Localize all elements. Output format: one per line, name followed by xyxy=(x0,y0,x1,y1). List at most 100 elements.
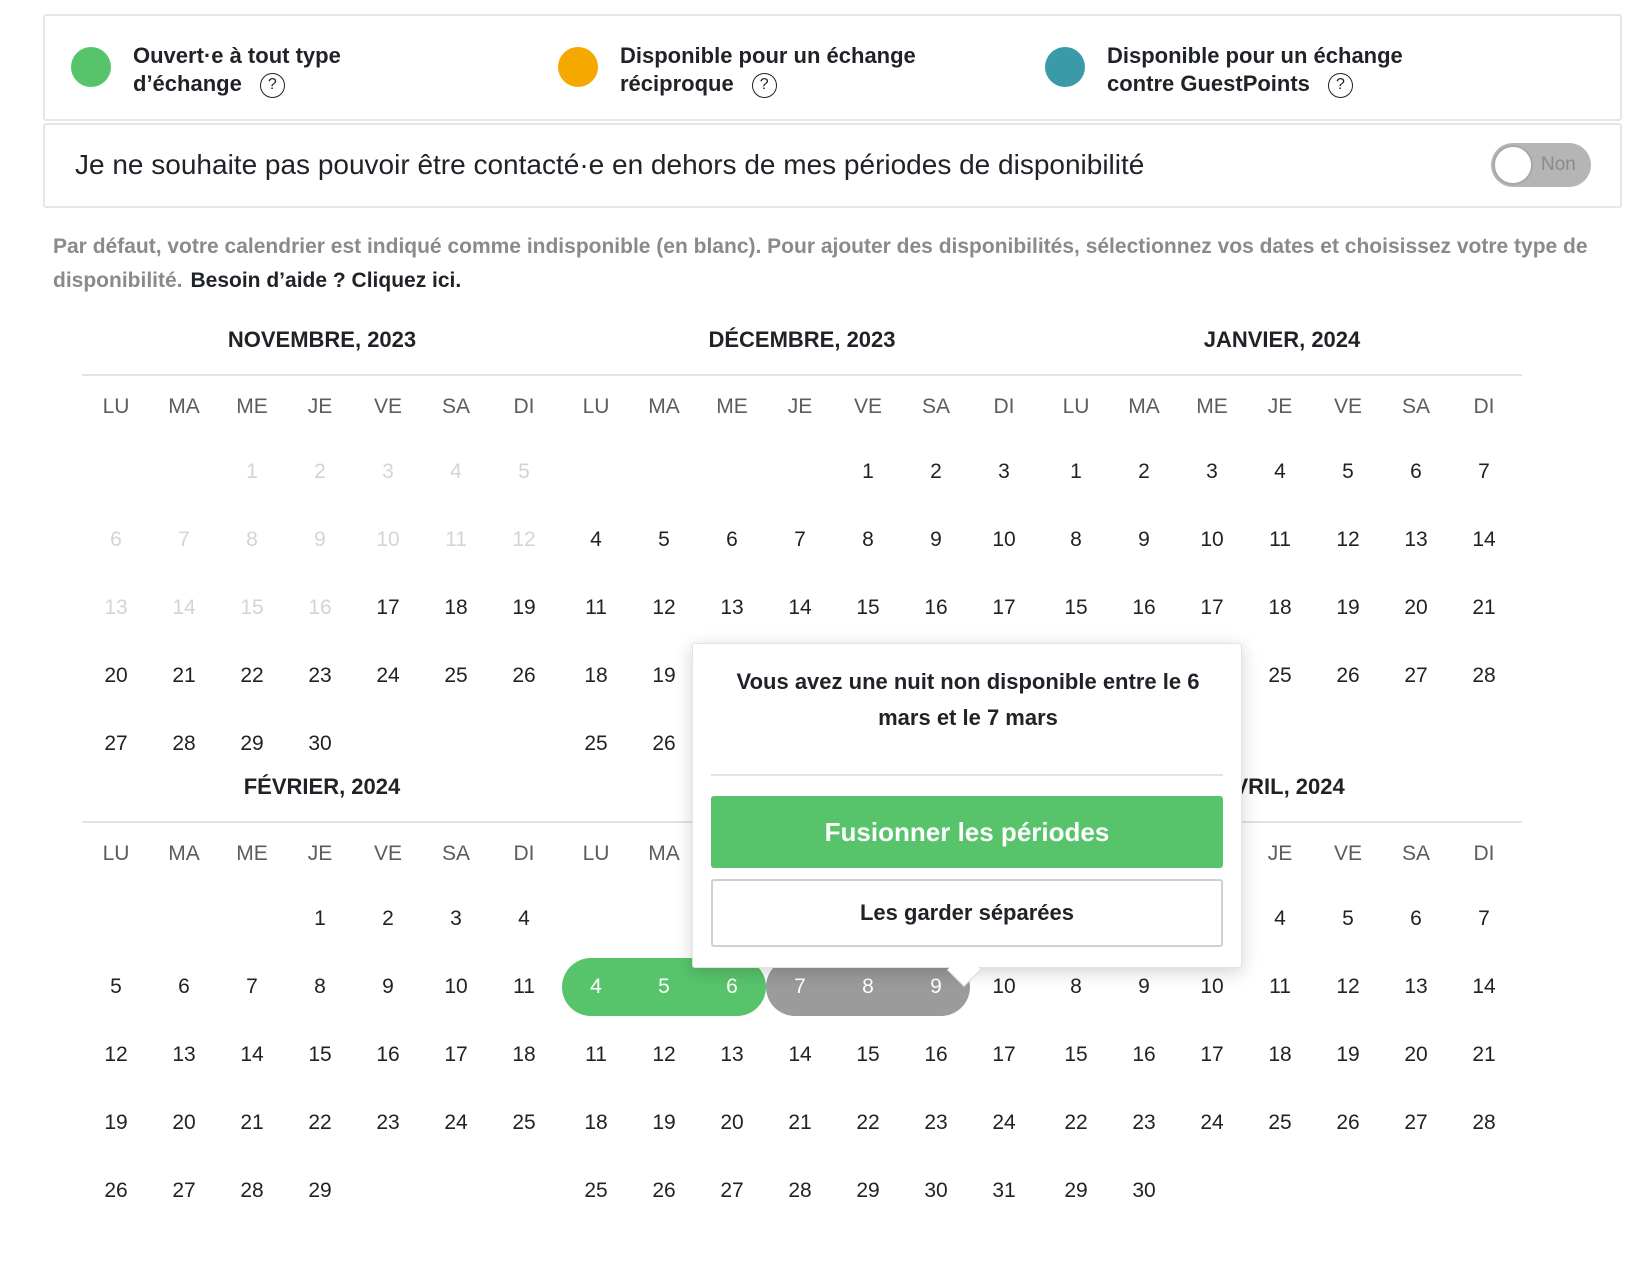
day-cell[interactable]: 19 xyxy=(630,642,698,710)
day-cell[interactable]: 25 xyxy=(490,1089,558,1157)
day-cell[interactable]: 17 xyxy=(422,1021,490,1089)
day-cell[interactable]: 28 xyxy=(766,1157,834,1225)
day-cell[interactable]: 23 xyxy=(354,1089,422,1157)
day-cell[interactable]: 10 xyxy=(970,506,1038,574)
day-cell[interactable]: 2 xyxy=(902,438,970,506)
day-cell[interactable]: 31 xyxy=(970,1157,1038,1225)
day-cell[interactable]: 23 xyxy=(286,642,354,710)
day-cell[interactable]: 12 xyxy=(82,1021,150,1089)
day-cell[interactable]: 19 xyxy=(630,1089,698,1157)
day-cell[interactable]: 6 xyxy=(1382,885,1450,953)
day-cell[interactable]: 1 xyxy=(286,885,354,953)
day-cell[interactable]: 13 xyxy=(150,1021,218,1089)
day-cell[interactable]: 20 xyxy=(698,1089,766,1157)
day-cell[interactable]: 15 xyxy=(834,574,902,642)
day-cell[interactable]: 29 xyxy=(834,1157,902,1225)
day-cell[interactable]: 3 xyxy=(970,438,1038,506)
day-cell[interactable]: 26 xyxy=(1314,1089,1382,1157)
day-cell[interactable]: 26 xyxy=(630,1157,698,1225)
day-cell[interactable]: 11 xyxy=(562,1021,630,1089)
day-cell[interactable]: 14 xyxy=(766,574,834,642)
day-cell[interactable]: 24 xyxy=(422,1089,490,1157)
keep-separate-button[interactable]: Les garder séparées xyxy=(711,879,1223,947)
day-cell[interactable]: 18 xyxy=(1246,574,1314,642)
day-cell[interactable]: 5 xyxy=(630,506,698,574)
day-cell[interactable]: 26 xyxy=(1314,642,1382,710)
day-cell[interactable]: 30 xyxy=(1110,1157,1178,1225)
day-cell[interactable]: 28 xyxy=(1450,1089,1518,1157)
day-cell-selected-green[interactable]: 4 xyxy=(562,958,630,1016)
day-cell[interactable]: 6 xyxy=(698,506,766,574)
help-link[interactable]: Besoin d’aide ? Cliquez ici. xyxy=(191,269,462,292)
day-cell[interactable]: 21 xyxy=(766,1089,834,1157)
day-cell[interactable]: 11 xyxy=(490,953,558,1021)
day-cell[interactable]: 25 xyxy=(1246,642,1314,710)
day-cell[interactable]: 20 xyxy=(1382,1021,1450,1089)
help-circle-icon[interactable]: ? xyxy=(259,72,285,98)
day-cell[interactable]: 4 xyxy=(562,506,630,574)
day-cell[interactable]: 4 xyxy=(1246,885,1314,953)
day-cell[interactable]: 29 xyxy=(286,1157,354,1225)
day-cell[interactable]: 28 xyxy=(218,1157,286,1225)
day-cell[interactable]: 7 xyxy=(1450,438,1518,506)
day-cell[interactable]: 14 xyxy=(1450,953,1518,1021)
day-cell[interactable]: 25 xyxy=(1246,1089,1314,1157)
help-circle-icon[interactable]: ? xyxy=(751,72,777,98)
day-cell[interactable]: 16 xyxy=(902,574,970,642)
day-cell[interactable]: 1 xyxy=(834,438,902,506)
day-cell[interactable]: 3 xyxy=(422,885,490,953)
day-cell[interactable]: 10 xyxy=(1178,506,1246,574)
day-cell[interactable]: 27 xyxy=(150,1157,218,1225)
day-cell[interactable]: 5 xyxy=(1314,438,1382,506)
day-cell[interactable]: 16 xyxy=(902,1021,970,1089)
day-cell[interactable]: 19 xyxy=(1314,1021,1382,1089)
day-cell[interactable]: 22 xyxy=(1042,1089,1110,1157)
day-cell[interactable]: 2 xyxy=(354,885,422,953)
day-cell[interactable]: 18 xyxy=(562,1089,630,1157)
day-cell[interactable]: 12 xyxy=(630,1021,698,1089)
day-cell[interactable]: 8 xyxy=(834,506,902,574)
day-cell[interactable]: 20 xyxy=(1382,574,1450,642)
day-cell[interactable]: 12 xyxy=(1314,953,1382,1021)
day-cell[interactable]: 11 xyxy=(562,574,630,642)
day-cell[interactable]: 14 xyxy=(766,1021,834,1089)
day-cell[interactable]: 22 xyxy=(286,1089,354,1157)
day-cell[interactable]: 28 xyxy=(1450,642,1518,710)
day-cell[interactable]: 26 xyxy=(490,642,558,710)
day-cell[interactable]: 18 xyxy=(422,574,490,642)
day-cell[interactable]: 15 xyxy=(1042,574,1110,642)
day-cell[interactable]: 25 xyxy=(562,1157,630,1225)
day-cell[interactable]: 27 xyxy=(698,1157,766,1225)
day-cell[interactable]: 29 xyxy=(1042,1157,1110,1225)
day-cell[interactable]: 26 xyxy=(82,1157,150,1225)
day-cell[interactable]: 11 xyxy=(1246,506,1314,574)
day-cell[interactable]: 8 xyxy=(1042,506,1110,574)
day-cell[interactable]: 9 xyxy=(354,953,422,1021)
day-cell[interactable]: 12 xyxy=(1314,506,1382,574)
day-cell[interactable]: 13 xyxy=(1382,506,1450,574)
day-cell[interactable]: 17 xyxy=(970,1021,1038,1089)
day-cell[interactable]: 17 xyxy=(354,574,422,642)
day-cell[interactable]: 10 xyxy=(422,953,490,1021)
day-cell[interactable]: 21 xyxy=(150,642,218,710)
day-cell[interactable]: 19 xyxy=(82,1089,150,1157)
day-cell[interactable]: 2 xyxy=(1110,438,1178,506)
day-cell[interactable]: 1 xyxy=(1042,438,1110,506)
day-cell[interactable]: 25 xyxy=(422,642,490,710)
day-cell[interactable]: 16 xyxy=(1110,574,1178,642)
day-cell[interactable]: 7 xyxy=(766,506,834,574)
day-cell[interactable]: 14 xyxy=(218,1021,286,1089)
day-cell[interactable]: 9 xyxy=(902,506,970,574)
day-cell[interactable]: 16 xyxy=(354,1021,422,1089)
day-cell[interactable]: 19 xyxy=(1314,574,1382,642)
day-cell[interactable]: 22 xyxy=(218,642,286,710)
day-cell[interactable]: 13 xyxy=(698,574,766,642)
day-cell[interactable]: 7 xyxy=(218,953,286,1021)
day-cell[interactable]: 11 xyxy=(1246,953,1314,1021)
day-cell[interactable]: 17 xyxy=(1178,1021,1246,1089)
day-cell[interactable]: 15 xyxy=(834,1021,902,1089)
day-cell[interactable]: 15 xyxy=(1042,1021,1110,1089)
day-cell[interactable]: 23 xyxy=(1110,1089,1178,1157)
day-cell[interactable]: 5 xyxy=(1314,885,1382,953)
day-cell[interactable]: 13 xyxy=(698,1021,766,1089)
